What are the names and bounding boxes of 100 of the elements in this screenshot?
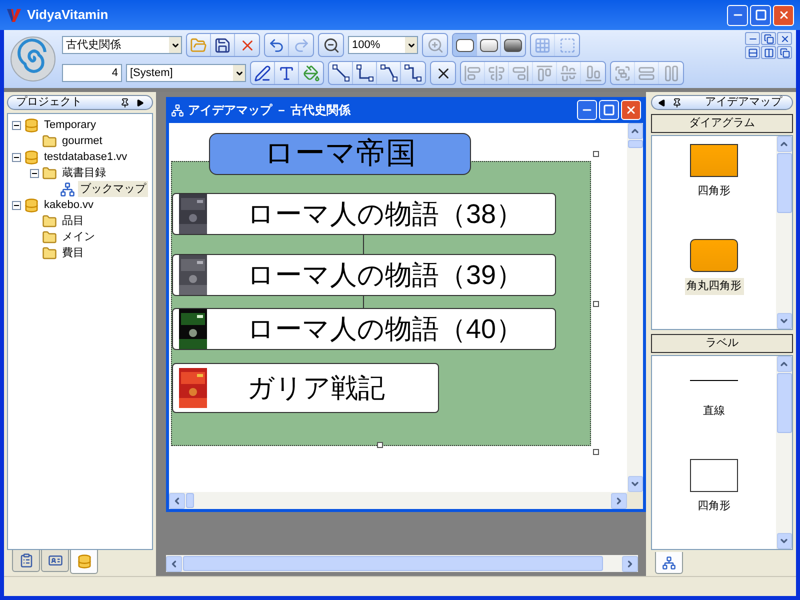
tree-item[interactable]: 費目 <box>60 244 86 262</box>
database-icon <box>24 150 39 164</box>
scroll-down-button[interactable] <box>776 533 792 549</box>
chevron-up-icon <box>779 359 789 369</box>
minimize-button[interactable] <box>577 100 597 120</box>
tree-item[interactable]: ブックマップ <box>78 180 148 198</box>
shape-label[interactable]: 直線 <box>701 403 727 420</box>
align-left-icon <box>464 64 481 82</box>
document-title: アイデアマップ － 古代史関係 <box>188 102 352 119</box>
scroll-down-button[interactable] <box>776 313 792 329</box>
document-combo[interactable]: 古代史関係 <box>62 36 182 54</box>
scroll-up-button[interactable] <box>776 356 792 372</box>
align-right-icon <box>512 64 529 82</box>
vertical-scrollbar[interactable] <box>776 136 792 329</box>
resize-grip-icon <box>627 492 643 509</box>
window-layout-button[interactable] <box>761 32 776 45</box>
close-button[interactable] <box>621 100 641 120</box>
window-layout-button[interactable] <box>777 46 792 59</box>
book-node[interactable]: ガリア戦記 <box>172 363 439 413</box>
section-header[interactable]: ダイアグラム <box>651 114 793 133</box>
arrow-icon[interactable] <box>658 98 666 106</box>
arrow-icon[interactable] <box>136 98 144 106</box>
tree-item[interactable]: kakebo.vv <box>42 196 96 214</box>
horizontal-scrollbar[interactable] <box>169 492 627 509</box>
maximize-icon <box>754 9 766 21</box>
database-icon <box>76 554 92 569</box>
panel-tab[interactable] <box>41 550 69 572</box>
collapse-icon[interactable] <box>12 152 21 162</box>
panel-tab[interactable] <box>655 552 683 574</box>
window-layout-button[interactable] <box>745 46 760 59</box>
shape-label[interactable]: 四角形 <box>696 498 732 514</box>
tree-item[interactable]: testdatabase1.vv <box>42 148 130 166</box>
panel-tab[interactable] <box>12 550 40 572</box>
scroll-left-button[interactable] <box>166 556 182 572</box>
size-field[interactable]: 4 <box>62 64 122 82</box>
selection-handle[interactable] <box>593 151 599 157</box>
chevron-right-icon <box>614 496 624 506</box>
panel-tab[interactable] <box>70 550 98 574</box>
topic-node[interactable]: ローマ帝国 <box>209 133 471 175</box>
scroll-thumb[interactable] <box>183 556 603 571</box>
toolbar-button[interactable] <box>477 34 501 56</box>
scroll-thumb[interactable] <box>776 373 792 433</box>
window-layout-button[interactable] <box>777 32 792 45</box>
minimize-button[interactable] <box>727 4 748 26</box>
maximize-button[interactable] <box>599 100 619 120</box>
zoom-combo[interactable]: 100% <box>348 36 418 54</box>
same-width-icon <box>638 64 655 82</box>
rounded-rectangle-shape[interactable] <box>690 239 738 272</box>
vertical-scrollbar[interactable] <box>776 356 792 549</box>
connector-icon <box>404 64 422 82</box>
window-layout-button[interactable] <box>745 32 760 45</box>
maximize-button[interactable] <box>750 4 771 26</box>
collapse-icon[interactable] <box>30 168 39 178</box>
horizontal-scrollbar[interactable] <box>166 555 638 572</box>
section-header[interactable]: ラベル <box>651 334 793 353</box>
rectangle-shape[interactable] <box>690 459 738 492</box>
tree-item[interactable]: 蔵書目録 <box>60 164 108 182</box>
collapse-icon[interactable] <box>12 120 21 130</box>
vertical-scrollbar[interactable] <box>627 123 643 492</box>
shape-label[interactable]: 四角形 <box>696 183 732 200</box>
scroll-left-button[interactable] <box>169 492 185 508</box>
close-button[interactable] <box>773 4 794 26</box>
book-node[interactable]: ローマ人の物語（38） <box>172 193 556 235</box>
window-layout-button[interactable] <box>761 46 776 59</box>
rounded-shape-icon <box>504 38 522 52</box>
folder-icon <box>42 230 57 244</box>
toolbar-button[interactable] <box>453 34 477 56</box>
chevron-left-icon <box>169 558 179 568</box>
scroll-right-button[interactable] <box>611 492 627 508</box>
book-node[interactable]: ローマ人の物語（39） <box>172 254 556 296</box>
scroll-thumb[interactable] <box>628 140 642 148</box>
tree-item[interactable]: メイン <box>60 228 97 246</box>
window-layout-icon <box>764 34 774 44</box>
selection-handle[interactable] <box>377 442 383 448</box>
scroll-up-button[interactable] <box>628 123 642 139</box>
collapse-icon[interactable] <box>12 200 21 210</box>
font-combo[interactable]: [System] <box>126 64 246 82</box>
pin-icon[interactable] <box>120 98 130 108</box>
spiral-logo-icon <box>10 36 56 82</box>
selection-handle[interactable] <box>593 301 599 307</box>
book-node[interactable]: ローマ人の物語（40） <box>172 308 556 350</box>
shape-label[interactable]: 角丸四角形 <box>684 278 744 294</box>
network-icon <box>662 556 676 570</box>
selection-handle[interactable] <box>593 449 599 455</box>
window-layout-icon <box>780 48 790 58</box>
scroll-down-button[interactable] <box>628 476 642 492</box>
connector-icon <box>356 64 374 82</box>
form-icon <box>48 553 62 568</box>
chevron-down-icon <box>779 316 789 326</box>
tree-item[interactable]: 品目 <box>60 212 86 230</box>
scroll-up-button[interactable] <box>776 136 792 152</box>
scroll-thumb[interactable] <box>186 493 194 508</box>
scroll-thumb[interactable] <box>776 153 792 213</box>
tree-item[interactable]: gourmet <box>60 132 104 150</box>
scroll-right-button[interactable] <box>622 556 638 572</box>
tree-item[interactable]: Temporary <box>42 116 98 134</box>
rectangle-shape[interactable] <box>690 144 738 177</box>
paint-bucket-icon <box>302 64 320 82</box>
book-title: ローマ人の物語（39） <box>247 262 524 288</box>
pin-icon[interactable] <box>672 98 682 108</box>
